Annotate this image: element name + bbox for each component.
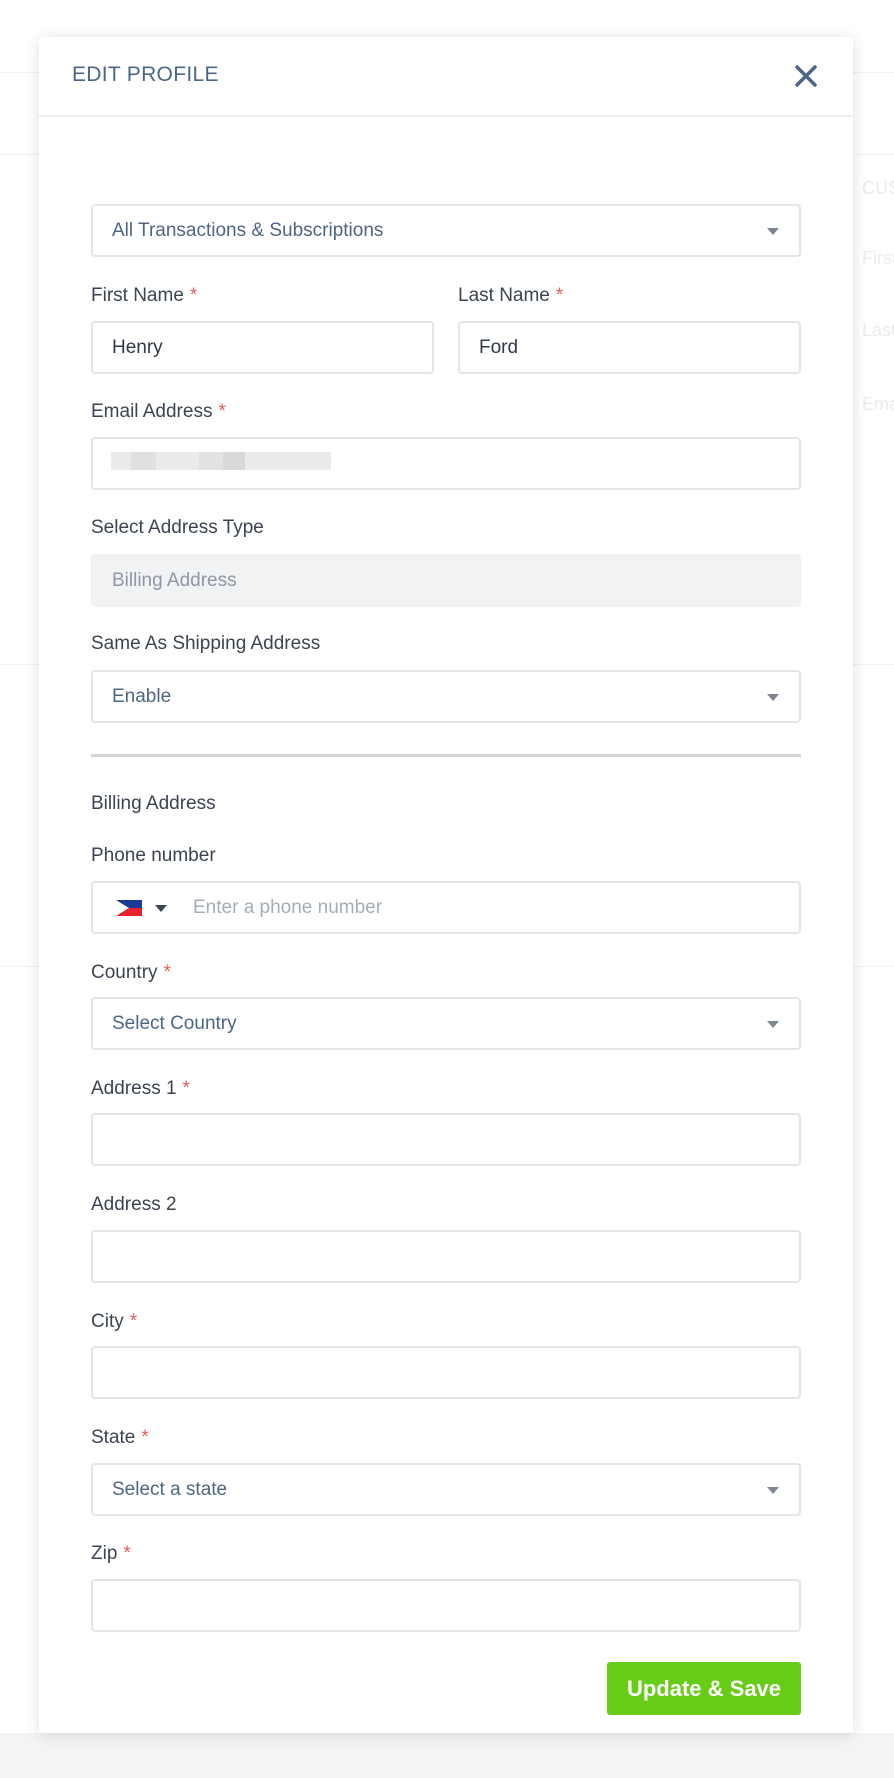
background-text: Ema <box>862 394 894 414</box>
address-type-value: Billing Address <box>112 569 237 591</box>
zip-label: Zip * <box>91 1543 131 1565</box>
redacted-block <box>131 452 156 470</box>
close-button[interactable] <box>789 59 823 93</box>
chevron-down-icon[interactable] <box>155 905 167 912</box>
required-marker: * <box>129 1311 138 1332</box>
phone-label: Phone number <box>91 845 216 866</box>
last-name-label: Last Name * <box>458 285 563 307</box>
background-text: CUS <box>862 178 894 198</box>
required-marker: * <box>141 1427 149 1448</box>
flag-triangle <box>116 900 129 916</box>
address1-input[interactable] <box>91 1113 801 1166</box>
same-as-shipping-select[interactable]: Enable <box>91 670 801 723</box>
chevron-down-icon <box>767 228 779 235</box>
first-name-input[interactable]: Henry <box>91 321 434 374</box>
redacted-block <box>223 452 245 470</box>
email-input[interactable] <box>91 437 801 490</box>
country-select[interactable]: Select Country <box>91 997 801 1050</box>
city-label: City * <box>91 1311 137 1333</box>
chevron-down-icon <box>767 694 779 701</box>
required-marker: * <box>218 401 226 422</box>
country-placeholder: Select Country <box>112 1012 237 1034</box>
state-placeholder: Select a state <box>112 1478 228 1500</box>
edit-profile-modal: EDIT PROFILE All Transactions & Subscrip… <box>39 37 853 1733</box>
update-save-button[interactable]: Update & Save <box>607 1662 801 1715</box>
first-name-label: First Name * <box>91 285 197 307</box>
first-name-value: Henry <box>112 336 163 358</box>
country-label: Country * <box>91 962 171 984</box>
chevron-down-icon <box>767 1487 779 1494</box>
background-footer <box>0 1733 894 1778</box>
philippines-flag-icon[interactable] <box>116 900 142 916</box>
required-marker: * <box>189 285 198 306</box>
address1-label: Address 1 * <box>91 1078 190 1100</box>
background-text: First <box>862 248 894 268</box>
redacted-email <box>111 452 331 470</box>
background-text: Last <box>862 320 894 340</box>
last-name-value: Ford <box>479 336 519 358</box>
address2-label: Address 2 <box>91 1194 177 1215</box>
modal-title: EDIT PROFILE <box>72 63 219 86</box>
address-type-field: Billing Address <box>91 554 801 607</box>
transactions-select[interactable]: All Transactions & Subscriptions <box>91 204 801 257</box>
state-label: State * <box>91 1427 149 1449</box>
required-marker: * <box>182 1078 190 1099</box>
same-as-shipping-value: Enable <box>112 685 172 707</box>
zip-input[interactable] <box>91 1579 801 1632</box>
email-label-text: Email Address <box>91 401 213 422</box>
required-marker: * <box>123 1543 131 1564</box>
zip-label-text: Zip <box>91 1543 118 1564</box>
address2-input[interactable] <box>91 1230 801 1283</box>
first-name-label-text: First Name <box>91 285 184 306</box>
transactions-select-value: All Transactions & Subscriptions <box>112 219 384 241</box>
address-type-label: Select Address Type <box>91 517 264 538</box>
redacted-block <box>199 452 224 470</box>
city-label-text: City <box>91 1311 124 1332</box>
address1-label-text: Address 1 <box>91 1078 177 1099</box>
phone-input[interactable]: Enter a phone number <box>91 881 801 934</box>
last-name-label-text: Last Name <box>458 285 550 306</box>
country-label-text: Country <box>91 962 158 983</box>
state-label-text: State <box>91 1427 136 1448</box>
close-icon <box>795 65 817 87</box>
modal-header: EDIT PROFILE <box>39 37 853 117</box>
phone-placeholder: Enter a phone number <box>193 897 383 918</box>
last-name-input[interactable]: Ford <box>458 321 801 374</box>
same-as-shipping-label: Same As Shipping Address <box>91 633 321 654</box>
section-divider <box>91 754 801 757</box>
required-marker: * <box>555 285 564 306</box>
required-marker: * <box>163 962 171 983</box>
city-input[interactable] <box>91 1346 801 1399</box>
state-select[interactable]: Select a state <box>91 1463 801 1516</box>
chevron-down-icon <box>767 1021 779 1028</box>
billing-address-heading: Billing Address <box>91 793 216 814</box>
email-label: Email Address * <box>91 401 226 423</box>
